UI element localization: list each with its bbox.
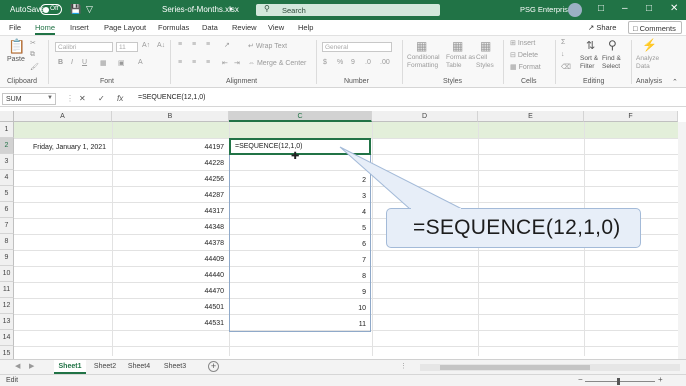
status-bar: Edit − + [0,374,686,386]
zoom-slider[interactable] [585,381,655,382]
sheet-tab-sheet1[interactable]: Sheet1 [54,360,86,374]
zoom-in-icon[interactable]: + [658,375,663,384]
zoom-out-icon[interactable]: − [578,375,583,384]
next-sheet-icon[interactable]: ▶ [29,362,34,370]
more-options-icon[interactable]: ⋮ [400,362,407,370]
status-mode: Edit [6,377,19,384]
sheet-tab-sheet3[interactable]: Sheet3 [160,360,190,374]
scroll-thumb[interactable] [440,365,590,370]
add-sheet-button[interactable]: + [208,361,219,372]
sheet-tab-bar: ◀ ▶ Sheet1 Sheet2 Sheet4 Sheet3 + ⋮ [0,359,686,374]
zoom-slider-knob[interactable] [617,378,620,385]
horizontal-scrollbar[interactable] [420,364,680,371]
vertical-scrollbar[interactable] [678,122,686,359]
callout-pointer-mask [411,208,461,210]
sheet-tab-sheet2[interactable]: Sheet2 [90,360,120,374]
prev-sheet-icon[interactable]: ◀ [15,362,20,370]
sheet-tab-sheet4[interactable]: Sheet4 [124,360,154,374]
